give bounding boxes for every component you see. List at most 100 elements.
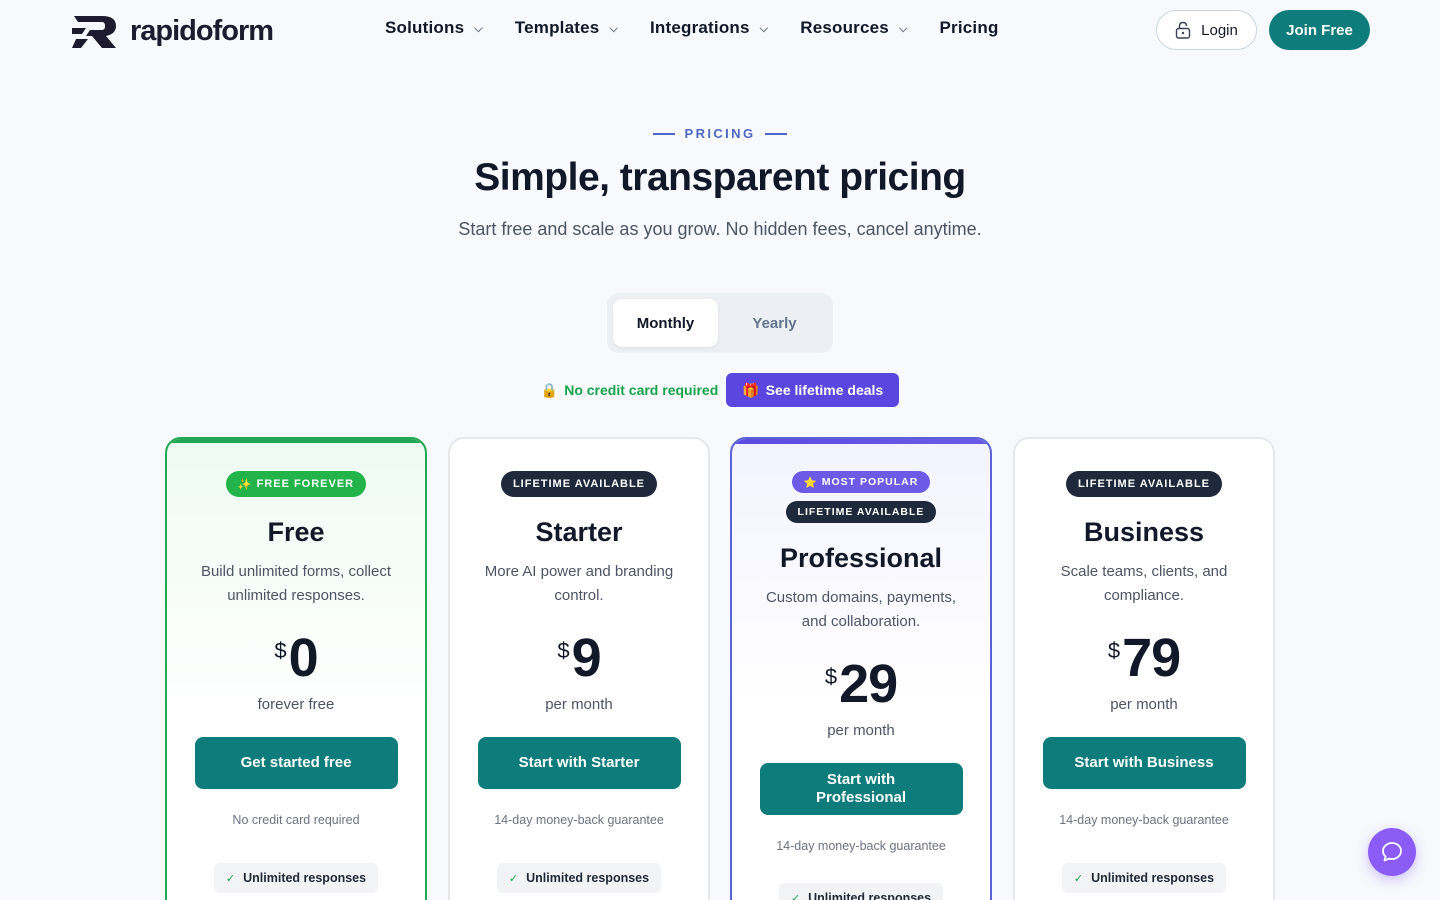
toggle-monthly[interactable]: Monthly <box>613 299 718 347</box>
price-amount: 79 <box>1122 628 1181 688</box>
eyebrow-line-left <box>652 132 675 135</box>
brand-name: rapidoform <box>130 14 274 47</box>
feature-label: Unlimited responses <box>526 871 650 885</box>
plan-badge: LIFETIME AVAILABLE <box>1065 471 1223 497</box>
lock-icon: 🔒 <box>540 381 559 398</box>
lifetime-deals-button[interactable]: 🎁 See lifetime deals <box>726 373 900 407</box>
plan-fine-print: 14-day money-back guarantee <box>494 813 664 827</box>
nav-item-integrations[interactable]: Integrations ⌵ <box>650 18 768 38</box>
plan-badge: LIFETIME AVAILABLE <box>785 501 937 523</box>
plan-fine-print: 14-day money-back guarantee <box>1059 813 1229 827</box>
plan-name: Free <box>267 517 325 547</box>
nav-item-label: Integrations <box>649 18 750 37</box>
nav-item-solutions[interactable]: Solutions ⌵ <box>385 18 483 38</box>
chevron-down-icon: ⌵ <box>609 22 618 35</box>
most-popular-badge: ⭐ MOST POPULAR <box>791 471 931 493</box>
price-currency: $ <box>274 638 287 663</box>
nav-item-resources[interactable]: Resources ⌵ <box>800 18 907 38</box>
feature-label: Unlimited responses <box>1091 871 1215 885</box>
no-credit-card-text: No credit card required <box>564 382 719 398</box>
plan-card-business: LIFETIME AVAILABLE Business Scale teams,… <box>1013 437 1275 900</box>
login-button[interactable]: Login <box>1156 10 1257 50</box>
chat-bubble-icon <box>1382 842 1402 862</box>
page-subtitle: Start free and scale as you grow. No hid… <box>458 219 982 239</box>
feature-chip: ✓ Unlimited responses <box>1061 863 1227 893</box>
start-with-professional-button[interactable]: Start with Professional <box>759 763 963 815</box>
feature-chip: ✓ Unlimited responses <box>213 863 379 893</box>
feature-label: Unlimited responses <box>808 891 932 900</box>
plan-description: Build unlimited forms, collect unlimited… <box>200 563 392 604</box>
star-icon: ⭐ <box>803 476 818 489</box>
plan-badge-label: FREE FOREVER <box>256 478 355 490</box>
chevron-down-icon: ⌵ <box>759 22 769 35</box>
plan-card-professional: ⭐ MOST POPULAR LIFETIME AVAILABLE Profes… <box>730 437 992 900</box>
price-currency: $ <box>557 638 570 663</box>
plan-fine-print: No credit card required <box>232 813 360 827</box>
price-period: per month <box>545 696 613 713</box>
nav-item-label: Solutions <box>385 18 465 37</box>
plan-description: More AI power and branding control. <box>484 563 674 604</box>
chevron-down-icon: ⌵ <box>474 22 483 35</box>
login-label: Login <box>1201 21 1238 39</box>
join-free-button[interactable]: Join Free <box>1269 10 1370 50</box>
plan-name: Professional <box>779 543 943 573</box>
get-started-free-button[interactable]: Get started free <box>194 737 398 789</box>
chevron-down-icon: ⌵ <box>898 22 908 35</box>
price-currency: $ <box>824 664 838 689</box>
section-eyebrow: PRICING <box>0 126 1440 141</box>
eyebrow-text: PRICING <box>684 126 756 141</box>
plan-price: $ 9 <box>557 628 602 690</box>
plan-fine-print: 14-day money-back guarantee <box>776 839 946 853</box>
price-amount: 0 <box>288 628 319 688</box>
price-amount: 9 <box>571 628 602 688</box>
pricing-notes: 🔒 No credit card required 🎁 See lifetime… <box>0 373 1440 407</box>
price-period: per month <box>827 722 895 739</box>
feature-chip: ✓ Unlimited responses <box>496 863 662 893</box>
eyebrow-line-right <box>765 132 788 135</box>
rapidoform-logo-icon <box>72 16 116 48</box>
nav-item-label: Resources <box>800 18 889 37</box>
price-period: forever free <box>257 696 335 713</box>
brand-logo[interactable]: rapidoform <box>72 11 274 51</box>
price-currency: $ <box>1107 638 1121 663</box>
plan-badge-label: LIFETIME AVAILABLE <box>1077 478 1211 490</box>
site-header: rapidoform Solutions ⌵ Templates ⌵ Integ… <box>0 0 1440 62</box>
nav-item-label: Pricing <box>939 18 999 37</box>
plan-price: $ 79 <box>1107 628 1181 690</box>
sparkle-icon: ✨ <box>237 478 253 491</box>
check-icon: ✓ <box>790 892 801 900</box>
check-icon: ✓ <box>1073 872 1084 885</box>
plan-badge: LIFETIME AVAILABLE <box>500 471 658 497</box>
plan-badge-label: LIFETIME AVAILABLE <box>797 506 925 518</box>
nav-item-templates[interactable]: Templates ⌵ <box>515 18 618 38</box>
feature-label: Unlimited responses <box>243 871 367 885</box>
plan-price: $ 29 <box>824 654 898 716</box>
plan-card-starter: LIFETIME AVAILABLE Starter More AI power… <box>448 437 710 900</box>
start-with-business-button[interactable]: Start with Business <box>1042 737 1246 789</box>
plan-name: Business <box>1083 517 1205 547</box>
check-icon: ✓ <box>225 872 236 885</box>
price-period: per month <box>1110 696 1178 713</box>
plan-description: Custom domains, payments, and collaborat… <box>765 589 957 630</box>
lock-icon <box>1175 21 1191 39</box>
check-icon: ✓ <box>508 872 519 885</box>
chat-launcher-button[interactable] <box>1368 828 1416 876</box>
billing-toggle: Monthly Yearly <box>607 293 833 353</box>
lifetime-deals-label: See lifetime deals <box>765 382 884 398</box>
price-amount: 29 <box>839 654 898 714</box>
plan-card-free: ✨ FREE FOREVER Free Build unlimited form… <box>165 437 427 900</box>
start-with-starter-button[interactable]: Start with Starter <box>477 737 681 789</box>
gift-icon: 🎁 <box>742 381 760 398</box>
plan-name: Starter <box>535 517 623 547</box>
plan-badge-label: LIFETIME AVAILABLE <box>512 478 646 490</box>
nav-item-pricing[interactable]: Pricing <box>940 18 999 38</box>
page-title: Simple, transparent pricing <box>474 156 966 199</box>
most-popular-label: MOST POPULAR <box>821 476 919 488</box>
plan-price: $ 0 <box>274 628 319 690</box>
toggle-yearly[interactable]: Yearly <box>722 299 827 347</box>
plan-badge: ✨ FREE FOREVER <box>225 471 367 497</box>
no-credit-card-note: 🔒 No credit card required <box>541 382 718 399</box>
main-nav: Solutions ⌵ Templates ⌵ Integrations ⌵ R… <box>385 18 1031 38</box>
feature-chip: ✓ Unlimited responses <box>778 883 944 900</box>
plan-description: Scale teams, clients, and compliance. <box>1060 563 1228 604</box>
